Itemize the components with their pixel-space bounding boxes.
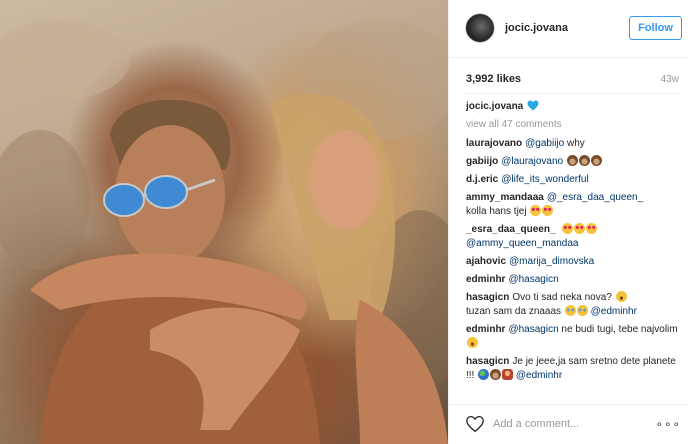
comment-text: Ovo ti sad neka nova? [512, 292, 612, 303]
comment-username[interactable]: gabiijo [466, 156, 498, 167]
post-details-panel: jocic.jovana Follow 3,992 likes 43w joci… [448, 0, 688, 444]
comment-item: _esra_daa_queen_ @ammy_queen_mandaa [466, 223, 682, 251]
comment-mention[interactable]: @life_its_wonderful [501, 174, 588, 185]
caption-username[interactable]: jocic.jovana [466, 101, 523, 112]
heart-eyes-emoji-icon [542, 205, 554, 216]
blue-heart-icon [527, 100, 539, 111]
monkey-emoji-icon [578, 155, 590, 166]
monkey-emoji-icon [490, 369, 502, 380]
comment-item: hasagicn Je je jeee,ja sam sretno dete pl… [466, 355, 682, 383]
comment-text: why [564, 138, 585, 149]
heart-outline-icon[interactable] [465, 415, 485, 433]
comment-username[interactable]: ammy_mandaaa [466, 192, 544, 203]
comment-text: tuzan sam da znaaas [466, 306, 562, 317]
comment-footer: Add a comment... ∘∘∘ [449, 404, 688, 444]
comment-mention[interactable]: @hasagicn [508, 324, 558, 335]
comment-username[interactable]: hasagicn [466, 356, 509, 367]
profile-avatar[interactable] [465, 13, 495, 43]
comment-mention[interactable]: @gabiijo [525, 138, 564, 149]
add-comment-input[interactable]: Add a comment... [493, 418, 579, 430]
heart-eyes-emoji-icon [530, 205, 542, 216]
post-username[interactable]: jocic.jovana [505, 22, 568, 34]
comment-mention[interactable]: @ammy_queen_mandaa [466, 238, 578, 249]
comment-username[interactable]: edminhr [466, 324, 505, 335]
heart-eyes-emoji-icon [586, 223, 598, 234]
post-age[interactable]: 43w [661, 74, 679, 85]
comment-item: edminhr @hasagicn ne budi tugi, tebe najv… [466, 323, 682, 351]
caption: jocic.jovana [466, 100, 682, 114]
comment-item: laurajovano @gabiijo why [466, 137, 682, 151]
more-options-button[interactable]: ∘∘∘ [655, 417, 681, 431]
comment-item: gabiijo @laurajovano [466, 155, 682, 169]
follow-button[interactable]: Follow [629, 16, 682, 40]
comment-username[interactable]: edminhr [466, 274, 505, 285]
likes-count[interactable]: 3,992 likes [466, 73, 521, 85]
comment-username[interactable]: laurajovano [466, 138, 522, 149]
grimace-emoji-icon [467, 337, 478, 348]
globe-emoji-icon [478, 369, 490, 380]
comment-mention[interactable]: @edminhr [591, 306, 637, 317]
comment-username[interactable]: ajahovic [466, 256, 506, 267]
comment-mention[interactable]: @laurajovano [501, 156, 563, 167]
comment-item: d.j.eric @life_its_wonderful [466, 173, 682, 187]
comment-username[interactable]: hasagicn [466, 292, 509, 303]
comment-text: kolla hans tjej [466, 206, 527, 217]
comment-list[interactable]: jocic.jovana view all 47 comments lauraj… [466, 100, 682, 400]
comment-item: hasagicn Ovo ti sad neka nova? tuzan sam … [466, 291, 682, 319]
photo-illustration [0, 20, 448, 444]
comment-mention[interactable]: @edminhr [516, 370, 562, 381]
monkey-emoji-icon [590, 155, 602, 166]
comment-mention[interactable]: @hasagicn [508, 274, 558, 285]
comment-item: edminhr @hasagicn [466, 273, 682, 287]
crying-emoji-icon [576, 305, 588, 316]
post-photo[interactable] [0, 0, 448, 444]
comment-text: ne budi tugi, tebe najvolim [558, 324, 678, 335]
sweat-smile-emoji-icon [615, 291, 627, 302]
monkey-emoji-icon [566, 155, 578, 166]
comment-mention[interactable]: @_esra_daa_queen_ [547, 192, 643, 203]
view-all-comments-link[interactable]: view all 47 comments [466, 118, 682, 132]
divider [465, 93, 679, 94]
crying-emoji-icon [564, 305, 576, 316]
comment-username[interactable]: _esra_daa_queen_ [466, 224, 556, 235]
comment-item: ammy_mandaaa @_esra_daa_queen_ kolla hans… [466, 191, 682, 219]
comment-mention[interactable]: @marija_dimovska [509, 256, 594, 267]
family-emoji-icon [502, 369, 514, 380]
heart-eyes-emoji-icon [574, 223, 586, 234]
post-header: jocic.jovana Follow [449, 0, 688, 58]
comment-item: ajahovic @marija_dimovska [466, 255, 682, 269]
heart-eyes-emoji-icon [562, 223, 574, 234]
comment-username[interactable]: d.j.eric [466, 174, 498, 185]
